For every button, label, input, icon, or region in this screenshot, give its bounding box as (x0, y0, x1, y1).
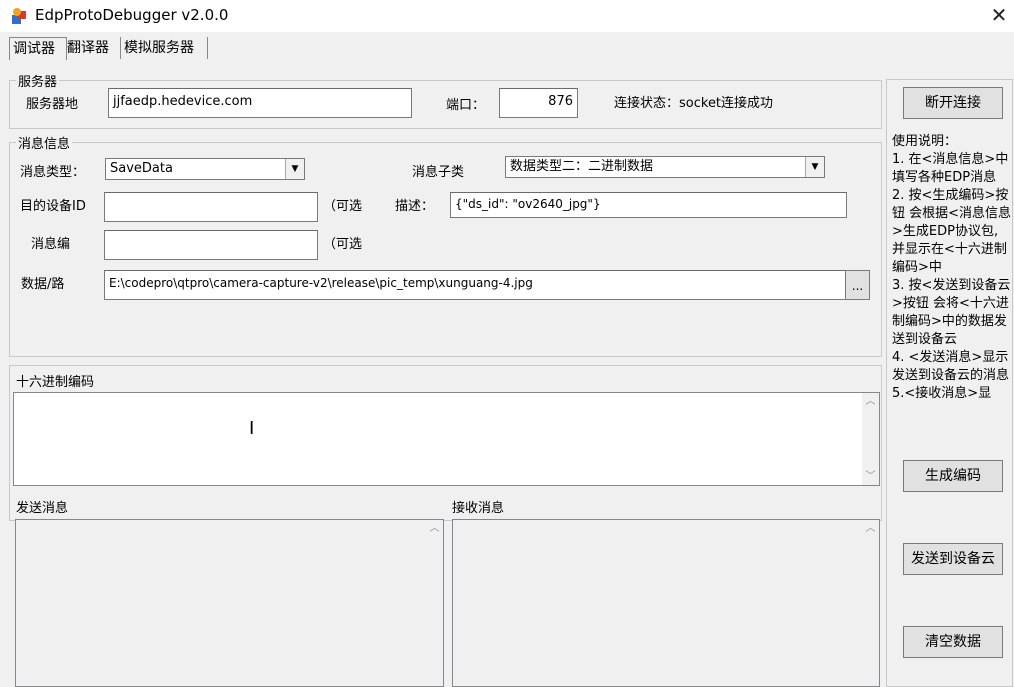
server-address-input[interactable]: jjfaedp.hedevice.com (108, 88, 412, 118)
app-icon (12, 8, 26, 24)
browse-button[interactable]: ... (845, 270, 870, 300)
text-cursor-icon: I (249, 418, 255, 439)
hex-title: 十六进制编码 (16, 375, 95, 390)
recv-scrollbar[interactable]: ︿ (862, 520, 879, 686)
device-id-label: 目的设备ID (20, 199, 86, 214)
description-label: 描述： (395, 199, 435, 214)
server-address-label: 服务器地 (26, 97, 79, 112)
scroll-up-icon[interactable]: ︿ (862, 393, 879, 410)
disconnect-button[interactable]: 断开连接 (903, 87, 1003, 119)
message-subtype-value: 数据类型二：二进制数据 (510, 159, 654, 174)
data-path-label: 数据/路 (21, 277, 65, 292)
data-path-input[interactable]: E:\codepro\qtpro\camera-capture-v2\relea… (104, 270, 846, 300)
server-group-title: 服务器 (18, 75, 58, 90)
port-input[interactable]: 876 (499, 88, 578, 118)
message-info-group-title: 消息信息 (18, 137, 71, 152)
send-title: 发送消息 (16, 501, 69, 516)
device-id-optional-hint: （可选 (323, 199, 363, 214)
close-icon[interactable]: ✕ (985, 2, 1013, 28)
description-input[interactable]: {"ds_id": "ov2640_jpg"} (450, 192, 847, 218)
recv-textarea[interactable]: ︿ (452, 519, 880, 687)
recv-title: 接收消息 (452, 501, 505, 516)
message-subtype-select[interactable]: 数据类型二：二进制数据 ▼ (505, 156, 825, 178)
send-scrollbar[interactable]: ︿ (426, 520, 443, 686)
device-id-input[interactable] (104, 192, 318, 222)
scroll-up-icon[interactable]: ︿ (862, 520, 879, 537)
clear-data-button[interactable]: 清空数据 (903, 626, 1003, 658)
scroll-down-icon[interactable]: ﹀ (862, 468, 879, 485)
message-type-label: 消息类型： (20, 165, 86, 180)
message-subtype-label: 消息子类 (412, 165, 465, 180)
hex-scrollbar[interactable]: ︿ ﹀ (862, 393, 879, 485)
scroll-up-icon[interactable]: ︿ (426, 520, 443, 537)
port-label: 端口： (446, 98, 486, 113)
message-type-value: SaveData (110, 161, 173, 176)
message-number-input[interactable] (104, 230, 318, 260)
tab-debugger[interactable]: 调试器 (9, 37, 67, 60)
tab-translator[interactable]: 翻译器 (64, 37, 121, 59)
send-textarea[interactable]: ︿ (15, 519, 444, 687)
send-to-cloud-button[interactable]: 发送到设备云 (903, 543, 1003, 575)
window-title: EdpProtoDebugger v2.0.0 (35, 6, 229, 24)
chevron-down-icon[interactable]: ▼ (805, 157, 824, 177)
message-number-optional-hint: （可选 (323, 237, 363, 252)
message-number-label: 消息编 (31, 237, 71, 252)
tab-mock-server[interactable]: 模拟服务器 (121, 37, 208, 59)
message-type-select[interactable]: SaveData ▼ (105, 158, 305, 180)
help-text: 使用说明： 1. 在<消息信息>中填写各种EDP消息 2. 按<生成编码>按钮 … (892, 134, 1012, 401)
hex-textarea[interactable]: ︿ ﹀ (13, 392, 880, 486)
connection-status: 连接状态：socket连接成功 (614, 96, 774, 111)
generate-button[interactable]: 生成编码 (903, 460, 1003, 492)
chevron-down-icon[interactable]: ▼ (285, 159, 304, 179)
